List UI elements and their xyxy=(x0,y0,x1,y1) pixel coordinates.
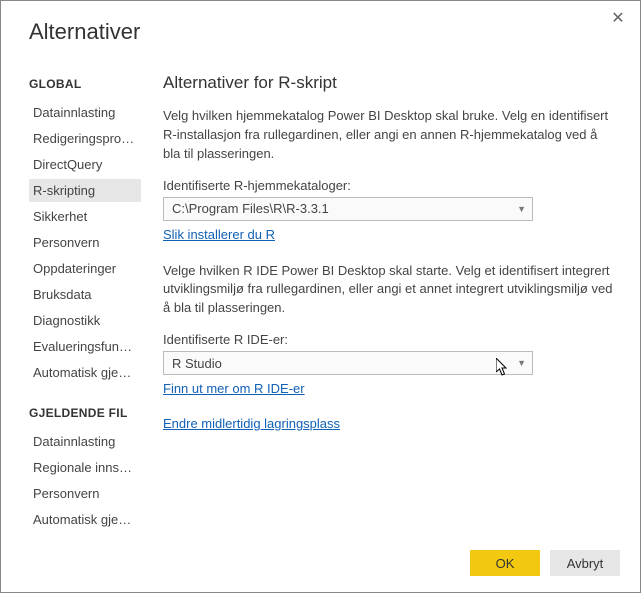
home-dir-select[interactable]: C:\Program Files\R\R-3.3.1 ▼ xyxy=(163,197,533,221)
home-description: Velg hvilken hjemmekatalog Power BI Desk… xyxy=(163,107,618,164)
ok-button[interactable]: OK xyxy=(470,550,540,576)
sidebar-item-currentfile-3[interactable]: Automatisk gjeno… xyxy=(29,508,141,531)
sidebar-item-global-2[interactable]: DirectQuery xyxy=(29,153,141,176)
ide-description: Velge hvilken R IDE Power BI Desktop ska… xyxy=(163,262,618,319)
ide-value: R Studio xyxy=(172,356,222,371)
sidebar-item-global-3[interactable]: R-skripting xyxy=(29,179,141,202)
sidebar-item-global-6[interactable]: Oppdateringer xyxy=(29,257,141,280)
dialog-title: Alternativer xyxy=(1,1,640,55)
ide-select[interactable]: R Studio ▼ xyxy=(163,351,533,375)
sidebar-item-currentfile-1[interactable]: Regionale innstilli… xyxy=(29,456,141,479)
ide-learn-more-link[interactable]: Finn ut mer om R IDE-er xyxy=(163,381,305,396)
dialog-footer: OK Avbryt xyxy=(1,538,640,592)
sidebar-item-global-9[interactable]: Evalueringsfunksj… xyxy=(29,335,141,358)
sidebar-item-global-5[interactable]: Personvern xyxy=(29,231,141,254)
cursor-icon xyxy=(496,358,512,378)
chevron-down-icon: ▼ xyxy=(517,204,526,214)
sidebar-section-global: GLOBAL xyxy=(29,77,141,91)
sidebar-item-global-1[interactable]: Redigeringsprogr… xyxy=(29,127,141,150)
home-dirs-label: Identifiserte R-hjemmekataloger: xyxy=(163,178,618,193)
sidebar-item-global-8[interactable]: Diagnostikk xyxy=(29,309,141,332)
ide-label: Identifiserte R IDE-er: xyxy=(163,332,618,347)
sidebar-item-currentfile-2[interactable]: Personvern xyxy=(29,482,141,505)
sidebar-item-global-4[interactable]: Sikkerhet xyxy=(29,205,141,228)
sidebar-section-current-file: GJELDENDE FIL xyxy=(29,406,141,420)
sidebar-item-currentfile-0[interactable]: Datainnlasting xyxy=(29,430,141,453)
install-r-link[interactable]: Slik installerer du R xyxy=(163,227,275,242)
cancel-button[interactable]: Avbryt xyxy=(550,550,620,576)
home-dir-value: C:\Program Files\R\R-3.3.1 xyxy=(172,201,329,216)
sidebar-item-global-10[interactable]: Automatisk gjeno… xyxy=(29,361,141,384)
sidebar-item-global-7[interactable]: Bruksdata xyxy=(29,283,141,306)
close-button[interactable]: ✕ xyxy=(608,9,628,29)
content-title: Alternativer for R-skript xyxy=(163,73,618,93)
content-pane: Alternativer for R-skript Velg hvilken h… xyxy=(141,55,640,538)
chevron-down-icon: ▼ xyxy=(517,358,526,368)
temp-storage-link[interactable]: Endre midlertidig lagringsplass xyxy=(163,416,340,431)
sidebar: GLOBAL Datainnlasting Redigeringsprogr… Di… xyxy=(1,55,141,538)
sidebar-item-global-0[interactable]: Datainnlasting xyxy=(29,101,141,124)
